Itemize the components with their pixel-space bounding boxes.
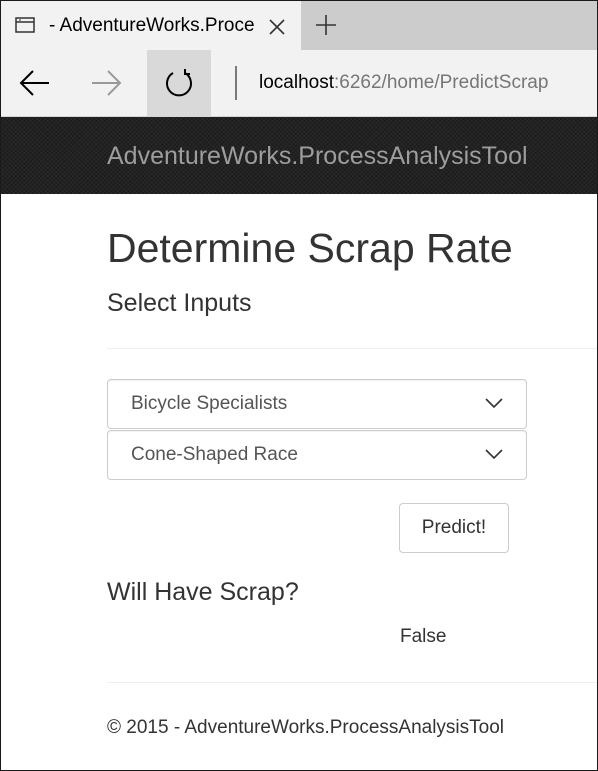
footer-text: © 2015 - AdventureWorks.ProcessAnalysisT… xyxy=(107,717,504,738)
close-icon[interactable] xyxy=(267,17,287,37)
arrow-left-icon xyxy=(19,70,49,96)
refresh-icon xyxy=(166,69,192,97)
site-header: AdventureWorks.ProcessAnalysisTool xyxy=(1,117,597,194)
address-separator xyxy=(235,66,237,100)
browser-tab[interactable]: - AdventureWorks.Proce xyxy=(1,1,301,50)
product-select[interactable]: Cone-Shaped Race xyxy=(107,430,527,480)
brand-link[interactable]: AdventureWorks.ProcessAnalysisTool xyxy=(107,141,528,171)
divider xyxy=(107,348,597,349)
result-value: False xyxy=(400,626,447,647)
arrow-right-icon xyxy=(92,70,122,96)
select-value: Bicycle Specialists xyxy=(131,393,288,414)
forward-button[interactable] xyxy=(74,50,138,116)
browser-window: - AdventureWorks.Proce localhost:6262/ho… xyxy=(0,0,598,771)
select-value: Cone-Shaped Race xyxy=(131,444,298,465)
chevron-down-icon xyxy=(485,398,503,409)
divider xyxy=(107,682,597,683)
navigation-bar: localhost:6262/home/PredictScrap xyxy=(1,50,597,117)
plus-icon[interactable] xyxy=(314,13,338,37)
result-heading: Will Have Scrap? xyxy=(107,578,299,606)
address-bar[interactable]: localhost:6262/home/PredictScrap xyxy=(259,71,548,95)
page-icon xyxy=(15,17,35,33)
tab-title: - AdventureWorks.Proce xyxy=(49,15,255,36)
address-host: localhost xyxy=(259,72,334,93)
refresh-button[interactable] xyxy=(147,50,211,116)
chevron-down-icon xyxy=(485,449,503,460)
predict-button[interactable]: Predict! xyxy=(399,503,509,553)
customer-select[interactable]: Bicycle Specialists xyxy=(107,379,527,429)
page-title: Determine Scrap Rate xyxy=(107,225,513,271)
tab-strip: - AdventureWorks.Proce xyxy=(1,1,597,50)
page-subtitle: Select Inputs xyxy=(107,289,252,317)
back-button[interactable] xyxy=(3,50,67,116)
address-path: :6262/home/PredictScrap xyxy=(334,72,549,93)
